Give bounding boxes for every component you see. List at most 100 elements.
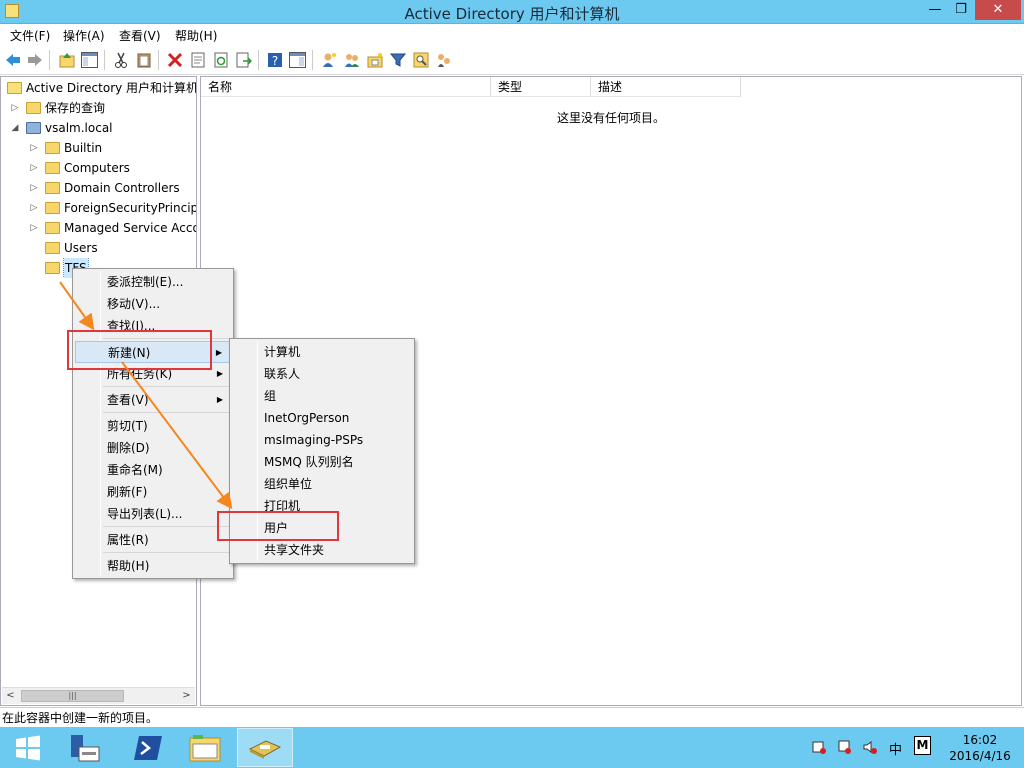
- highlight-box-user: [217, 511, 339, 541]
- refresh-icon[interactable]: [212, 51, 229, 68]
- menu-action[interactable]: 操作(A): [63, 27, 105, 44]
- expand-arrow-icon[interactable]: ▷: [29, 178, 39, 198]
- tree-item-label: 保存的查询: [45, 101, 106, 115]
- menu-item-delegate-control[interactable]: 委派控制(E)...: [75, 271, 231, 293]
- add-to-group-icon[interactable]: [435, 51, 452, 68]
- filter-icon[interactable]: [389, 51, 406, 68]
- submenu-item-msmq-alias[interactable]: MSMQ 队列别名: [232, 451, 412, 473]
- taskbar-ad-users-computers[interactable]: [237, 728, 293, 767]
- menu-item-refresh[interactable]: 刷新(F): [75, 481, 231, 503]
- taskbar-powershell[interactable]: [120, 728, 176, 767]
- export-icon[interactable]: [235, 51, 252, 68]
- tree-item-managed-service-accounts[interactable]: ▷ Managed Service Accounts: [1, 218, 196, 238]
- menu-item-view[interactable]: 查看(V) ▶: [75, 389, 231, 411]
- menu-file[interactable]: 文件(F): [10, 27, 50, 44]
- tree-item-users[interactable]: Users: [1, 238, 196, 258]
- up-icon[interactable]: [58, 51, 75, 68]
- menu-item-cut[interactable]: 剪切(T): [75, 415, 231, 437]
- tree-root[interactable]: Active Directory 用户和计算机: [1, 78, 196, 98]
- toolbar-separator: [104, 50, 105, 70]
- show-tree-icon[interactable]: [81, 51, 98, 68]
- column-header-description[interactable]: 描述: [591, 77, 741, 97]
- forward-icon[interactable]: [26, 51, 43, 68]
- tree-item-label: Builtin: [64, 141, 103, 155]
- console-icon[interactable]: [289, 51, 306, 68]
- submenu-arrow-icon: ▶: [216, 395, 223, 404]
- taskbar: 中 M 16:02 2016/4/16: [0, 727, 1024, 768]
- tree-item-saved-queries[interactable]: ▷ 保存的查询: [1, 98, 196, 118]
- new-ou-icon[interactable]: [366, 51, 383, 68]
- find-icon[interactable]: [412, 51, 429, 68]
- menu-separator: [103, 412, 231, 413]
- empty-list-message: 这里没有任何项目。: [556, 111, 665, 125]
- expand-arrow-icon[interactable]: ▷: [29, 138, 39, 158]
- tree-item-label: Domain Controllers: [64, 181, 180, 195]
- column-header-name[interactable]: 名称: [201, 77, 491, 97]
- server-manager-icon: [71, 734, 100, 761]
- menu-item-delete[interactable]: 删除(D): [75, 437, 231, 459]
- help-icon[interactable]: ?: [266, 51, 283, 68]
- clock-time: 16:02: [962, 733, 998, 747]
- scroll-right-icon[interactable]: >: [178, 688, 195, 705]
- expand-arrow-icon[interactable]: ▷: [29, 198, 39, 218]
- toolbar-separator: [312, 50, 313, 70]
- tree-item-domain[interactable]: ◢ vsalm.local: [1, 118, 196, 138]
- close-button[interactable]: ✕: [975, 0, 1021, 20]
- expand-arrow-icon[interactable]: ▷: [29, 158, 39, 178]
- system-clock[interactable]: 16:02 2016/4/16: [945, 732, 1015, 764]
- menu-item-rename[interactable]: 重命名(M): [75, 459, 231, 481]
- menu-item-label: 查看(V): [107, 393, 149, 407]
- menu-item-move[interactable]: 移动(V)...: [75, 293, 231, 315]
- toolbar-separator: [49, 50, 50, 70]
- folder-icon: [45, 162, 60, 174]
- tree-item-computers[interactable]: ▷ Computers: [1, 158, 196, 178]
- console-root-icon: [7, 82, 22, 94]
- network-icon[interactable]: [812, 739, 826, 758]
- file-explorer-icon: [189, 734, 221, 761]
- toolbar-separator: [258, 50, 259, 70]
- paste-icon[interactable]: [135, 51, 152, 68]
- submenu-item-computer[interactable]: 计算机: [232, 341, 412, 363]
- tree-item-builtin[interactable]: ▷ Builtin: [1, 138, 196, 158]
- cut-icon[interactable]: [112, 51, 129, 68]
- svg-text:?: ?: [271, 54, 277, 68]
- submenu-item-inetorgperson[interactable]: InetOrgPerson: [232, 407, 412, 429]
- taskbar-file-explorer[interactable]: [177, 728, 233, 767]
- tree-item-label: Users: [64, 241, 98, 255]
- ime-indicator[interactable]: 中: [889, 739, 902, 758]
- delete-icon[interactable]: [166, 51, 183, 68]
- new-user-icon[interactable]: [320, 51, 337, 68]
- maximize-button[interactable]: ❐: [948, 0, 974, 20]
- new-group-icon[interactable]: [343, 51, 360, 68]
- menu-item-properties[interactable]: 属性(R): [75, 529, 231, 551]
- submenu-item-contact[interactable]: 联系人: [232, 363, 412, 385]
- menu-item-export-list[interactable]: 导出列表(L)...: [75, 503, 231, 525]
- volume-icon[interactable]: [862, 739, 878, 758]
- action-center-icon[interactable]: [837, 739, 851, 758]
- properties-icon[interactable]: [189, 51, 206, 68]
- scroll-thumb[interactable]: |||: [21, 690, 124, 702]
- column-header-type[interactable]: 类型: [491, 77, 591, 97]
- minimize-button[interactable]: —: [922, 0, 948, 20]
- back-icon[interactable]: [4, 51, 21, 68]
- horizontal-scrollbar[interactable]: < ||| >: [2, 687, 195, 704]
- tree-item-label: Computers: [64, 161, 130, 175]
- menu-item-help[interactable]: 帮助(H): [75, 555, 231, 577]
- submenu-item-group[interactable]: 组: [232, 385, 412, 407]
- ime-mode-indicator[interactable]: M: [914, 736, 931, 755]
- start-button[interactable]: [0, 728, 56, 767]
- menu-help[interactable]: 帮助(H): [175, 27, 217, 44]
- submenu-item-ou[interactable]: 组织单位: [232, 473, 412, 495]
- tree-item-domain-controllers[interactable]: ▷ Domain Controllers: [1, 178, 196, 198]
- collapse-arrow-icon[interactable]: ◢: [10, 118, 20, 138]
- expand-arrow-icon[interactable]: ▷: [10, 98, 20, 118]
- submenu-item-msimaging-psps[interactable]: msImaging-PSPs: [232, 429, 412, 451]
- menu-view[interactable]: 查看(V): [119, 27, 161, 44]
- tree-item-foreign-security-principals[interactable]: ▷ ForeignSecurityPrincipals: [1, 198, 196, 218]
- scroll-left-icon[interactable]: <: [2, 688, 19, 705]
- tree-item-label: ForeignSecurityPrincipals: [64, 201, 196, 215]
- taskbar-server-manager[interactable]: [56, 728, 112, 767]
- submenu-item-shared-folder[interactable]: 共享文件夹: [232, 539, 412, 561]
- expand-arrow-icon[interactable]: ▷: [29, 218, 39, 238]
- tree-root-label: Active Directory 用户和计算机: [26, 81, 196, 95]
